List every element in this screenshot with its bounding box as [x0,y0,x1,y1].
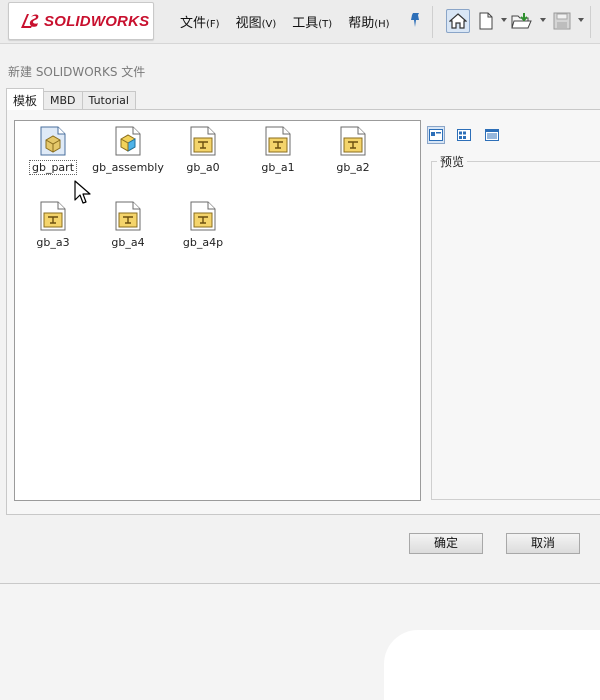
drawing-file-icon [340,126,366,156]
template-gb-a4[interactable]: gb_a4 [89,201,167,249]
cancel-button[interactable]: 取消 [506,533,580,554]
preview-label: 预览 [437,153,468,170]
menu-help[interactable]: 帮助(H) [348,12,389,31]
drawing-file-icon [265,126,291,156]
save-icon [553,12,571,30]
toolbar-separator-2 [590,6,591,38]
ok-button[interactable]: 确定 [409,533,483,554]
menu-file-accel: (F) [206,19,220,30]
new-dropdown-caret[interactable] [501,18,507,22]
bottom-panel [384,630,600,700]
menu-bar: 文件(F) 视图(V) 工具(T) 帮助(H) [180,12,406,31]
template-gb-assembly[interactable]: gb_assembly [89,126,167,174]
template-label: gb_assembly [92,161,164,174]
pin-icon[interactable] [408,12,422,28]
solidworks-logo[interactable]: SOLIDWORKS [8,2,154,40]
template-label: gb_part [28,160,78,175]
new-document-button[interactable] [474,9,498,33]
details-view-button[interactable] [483,126,501,144]
template-label: gb_a4 [111,236,145,249]
save-dropdown-caret[interactable] [578,18,584,22]
template-tabs: 模板 MBD Tutorial [6,88,136,110]
tab-templates[interactable]: 模板 [6,88,45,110]
menu-help-label: 帮助 [348,16,375,31]
details-view-icon [485,129,499,141]
template-gb-a0[interactable]: gb_a0 [164,126,242,174]
part-file-icon [40,126,66,156]
list-view-button[interactable] [455,126,473,144]
template-gb-a2[interactable]: gb_a2 [314,126,392,174]
template-list[interactable] [14,120,421,501]
template-gb-a4p[interactable]: gb_a4p [164,201,242,249]
template-gb-a3[interactable]: gb_a3 [14,201,92,249]
template-gb-a1[interactable]: gb_a1 [239,126,317,174]
tab-mbd[interactable]: MBD [43,91,83,110]
toolbar-separator [432,6,433,38]
menu-help-accel: (H) [374,19,390,30]
home-button[interactable] [446,9,470,33]
menu-tools[interactable]: 工具(T) [292,12,332,31]
new-document-icon [479,12,493,30]
app-toolbar: SOLIDWORKS 文件(F) 视图(V) 工具(T) 帮助(H) [0,0,600,44]
large-icons-view-icon [429,129,443,141]
large-icons-view-button[interactable] [427,126,445,144]
menu-view-label: 视图 [235,16,262,31]
drawing-file-icon [40,201,66,231]
menu-view-accel: (V) [261,19,277,30]
menu-file-label: 文件 [180,16,207,31]
open-folder-icon [511,13,532,29]
assembly-file-icon [115,126,141,156]
drawing-file-icon [115,201,141,231]
drawing-file-icon [190,201,216,231]
preview-box [431,161,600,500]
template-label: gb_a1 [261,161,295,174]
template-label: gb_a4p [182,236,224,249]
logo-text: SOLIDWORKS [44,12,150,30]
template-label: gb_a3 [36,236,70,249]
menu-view[interactable]: 视图(V) [236,12,277,31]
ds-logo-icon [21,14,39,28]
drawing-file-icon [190,126,216,156]
tab-tutorial[interactable]: Tutorial [81,91,136,110]
template-gb-part[interactable]: gb_part [14,126,92,175]
home-icon [449,13,467,29]
menu-tools-accel: (T) [318,19,333,30]
list-view-icon [457,129,471,141]
dialog-title: 新建 SOLIDWORKS 文件 [8,65,146,79]
template-label: gb_a0 [186,161,220,174]
mouse-cursor-icon [74,180,91,204]
save-button[interactable] [550,9,574,33]
menu-file[interactable]: 文件(F) [180,12,220,31]
template-label: gb_a2 [336,161,370,174]
open-button[interactable] [510,9,534,33]
open-dropdown-caret[interactable] [540,18,546,22]
menu-tools-label: 工具 [292,16,319,31]
